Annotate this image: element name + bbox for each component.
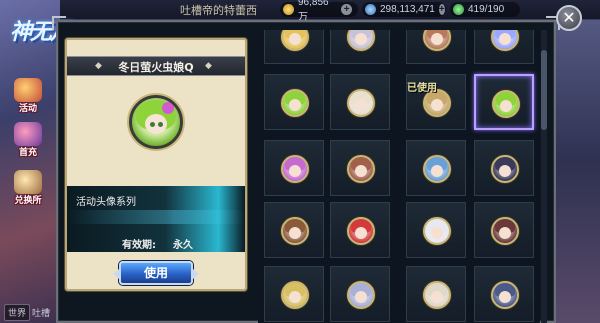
avatar-cell[interactable]: [330, 140, 390, 196]
avatar-thumbnail: [281, 281, 309, 309]
close-icon: ✕: [562, 8, 576, 27]
avatar-thumbnail: [347, 155, 375, 183]
avatar-thumbnail: [423, 30, 451, 51]
avatar-cell[interactable]: [474, 202, 534, 258]
detail-title-bar: ◆ 冬日萤火虫娘Q ◆: [67, 56, 245, 76]
avatar-detail-card: ◆ 冬日萤火虫娘Q ◆ 活动头像系列 有效期: 永久 使用: [65, 38, 247, 291]
validity-label: 有效期:: [122, 240, 156, 251]
avatar-thumbnail: [281, 155, 309, 183]
avatar-thumbnail: [492, 90, 520, 118]
avatar-thumbnail: [423, 155, 451, 183]
close-button[interactable]: ✕: [556, 5, 582, 31]
in-use-tag: 已使用: [407, 83, 437, 94]
flower-icon: [162, 102, 174, 114]
stamina-icon: [453, 4, 464, 15]
gem-icon: [365, 4, 376, 15]
side-menu-exchange[interactable]: 兑换所: [8, 170, 48, 206]
gold-coin-icon: [283, 4, 294, 15]
avatar-cell[interactable]: [330, 202, 390, 258]
side-menu-label: 活动: [18, 104, 37, 114]
avatar-series: 活动头像系列: [76, 197, 136, 208]
arrow-right-icon: [193, 269, 199, 279]
avatar-cell[interactable]: [406, 202, 466, 258]
use-button[interactable]: 使用: [113, 261, 199, 285]
avatar-thumbnail: [491, 30, 519, 51]
background-right-art: [552, 0, 600, 323]
side-menu-recharge[interactable]: 首充: [8, 122, 48, 158]
arrow-left-icon: [113, 269, 119, 279]
avatar-thumbnail: [491, 155, 519, 183]
side-menu-activity[interactable]: 活动: [8, 78, 48, 114]
avatar-cell[interactable]: [474, 30, 534, 64]
add-gold-icon[interactable]: +: [341, 4, 352, 15]
avatar-thumbnail: [347, 281, 375, 309]
marquee-text: 吐槽帝的特蕾西: [180, 5, 257, 17]
title-ornament-icon: ◆: [205, 61, 212, 71]
scrollbar-thumb[interactable]: [541, 50, 547, 130]
avatar-thumbnail: [347, 89, 375, 117]
activity-icon: [14, 78, 42, 102]
stamina-value: 419/190: [468, 4, 505, 15]
grid-scrollbar[interactable]: [541, 30, 547, 323]
avatar-cell[interactable]: [330, 30, 390, 64]
avatar-cell-selected[interactable]: [474, 74, 534, 130]
avatar-cell[interactable]: [264, 202, 324, 258]
avatar-cell[interactable]: [406, 266, 466, 322]
side-menu-label: 兑换所: [14, 196, 42, 206]
use-button-label: 使用: [143, 266, 168, 280]
avatar-thumbnail: [491, 281, 519, 309]
avatar-cell[interactable]: [406, 30, 466, 64]
avatar-thumbnail: [281, 89, 309, 117]
avatar-thumbnail: [281, 217, 309, 245]
avatar-thumbnail: [347, 30, 375, 51]
exchange-icon: [14, 170, 42, 194]
avatar-cell[interactable]: [264, 30, 324, 64]
recharge-icon: [14, 122, 42, 146]
validity-value: 永久: [173, 240, 193, 251]
avatar-cell[interactable]: [264, 266, 324, 322]
avatar-thumbnail: [281, 30, 309, 51]
chat-channel-button[interactable]: 世界: [4, 304, 31, 321]
avatar-cell[interactable]: [474, 266, 534, 322]
gold-counter[interactable]: 96,856万 +: [280, 0, 358, 23]
avatar-name: 冬日萤火虫娘Q: [118, 61, 194, 74]
avatar-thumbnail: [491, 217, 519, 245]
avatar-thumbnail: [423, 217, 451, 245]
frame-corner-ornament: [52, 16, 66, 30]
avatar-cell[interactable]: [330, 74, 390, 130]
avatar-cell[interactable]: [330, 266, 390, 322]
description-band: 活动头像系列 有效期: 永久: [67, 186, 245, 252]
avatar-preview: [129, 95, 183, 149]
avatar-cell[interactable]: [264, 74, 324, 130]
stamina-counter[interactable]: 419/190: [450, 2, 520, 17]
avatar-cell[interactable]: [264, 140, 324, 196]
side-menu-label: 首充: [18, 148, 37, 158]
add-gem-icon[interactable]: +: [438, 4, 445, 15]
avatar-thumbnail: [347, 217, 375, 245]
avatar-grid: [258, 30, 540, 323]
avatar-thumbnail: [423, 281, 451, 309]
chat-preview: 吐槽: [32, 309, 51, 319]
avatar-cell[interactable]: [474, 140, 534, 196]
gem-counter[interactable]: 298,113,471 +: [362, 2, 446, 17]
avatar-cell[interactable]: [406, 140, 466, 196]
gem-value: 298,113,471: [380, 4, 435, 15]
